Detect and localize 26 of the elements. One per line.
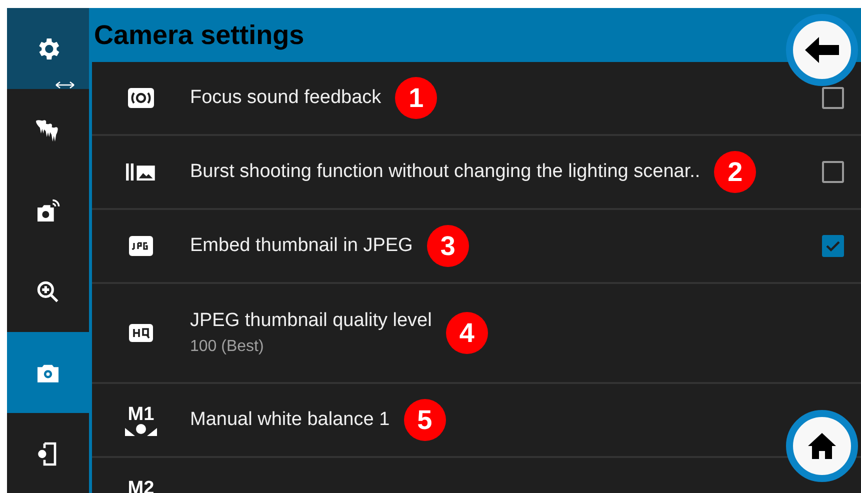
setting-label: Embed thumbnail in JPEG <box>190 234 413 258</box>
number-marker: 2 <box>714 151 756 193</box>
page-title: Camera settings <box>94 18 304 52</box>
number-marker: 4 <box>446 312 488 354</box>
resize-arrow-icon <box>55 81 75 89</box>
hq-icon <box>127 321 155 345</box>
jpg-file-icon <box>127 234 155 258</box>
home-icon <box>806 430 838 462</box>
checkmark-icon <box>825 238 841 254</box>
sidebar-item[interactable] <box>7 8 89 89</box>
number-marker: 5 <box>404 399 446 441</box>
setting-label: JPEG thumbnail quality level <box>190 308 432 333</box>
setting-value: 100 (Best) <box>190 337 265 358</box>
setting-row[interactable]: Embed thumbnail in JPEG 3 <box>92 210 861 284</box>
setting-row[interactable]: Burst shooting function without changing the lighting scenar.. 2 <box>92 136 861 210</box>
setting-label: Focus sound feedback <box>190 86 382 110</box>
checkbox[interactable] <box>822 161 844 183</box>
setting-label: Burst shooting function without changing the lighting scenar.. <box>190 160 700 184</box>
back-arrow-icon <box>804 36 840 64</box>
setting-label: Manual white balance 1 <box>190 408 390 432</box>
number-marker: 1 <box>395 77 438 119</box>
setting-row[interactable]: JPEG thumbnail quality level 100 (Best) 4 <box>92 284 861 384</box>
sound-icon <box>127 86 155 110</box>
number-marker: 3 <box>426 225 469 267</box>
checkbox[interactable] <box>822 87 844 109</box>
checkbox[interactable] <box>822 235 844 257</box>
